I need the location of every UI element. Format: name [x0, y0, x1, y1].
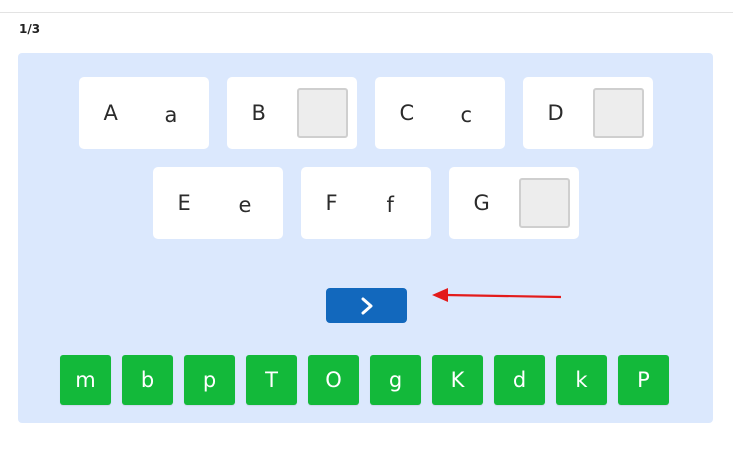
lowercase-letter: a: [164, 103, 178, 127]
letter-tile[interactable]: d: [494, 355, 545, 405]
letter-tile[interactable]: g: [370, 355, 421, 405]
uppercase-letter: C: [399, 101, 415, 125]
red-annotation-arrow: [432, 288, 562, 302]
uppercase-letter: F: [325, 191, 338, 215]
uppercase-letter: D: [547, 101, 564, 125]
letter-tile[interactable]: T: [246, 355, 297, 405]
letter-tile[interactable]: p: [184, 355, 235, 405]
exercise-board: A a B C c D E e F f G m b p T O g K d k …: [18, 53, 713, 423]
uppercase-letter: B: [251, 101, 266, 125]
empty-drop-slot[interactable]: [592, 88, 644, 138]
letter-tile[interactable]: b: [122, 355, 173, 405]
top-divider: [0, 12, 733, 13]
pair-card-b: B: [226, 77, 357, 149]
question-counter: 1/3: [19, 22, 41, 36]
pair-card-g: G: [448, 167, 579, 239]
letter-tile[interactable]: P: [618, 355, 669, 405]
letter-tile[interactable]: k: [556, 355, 607, 405]
next-button[interactable]: [326, 288, 407, 323]
pair-card-e: E e: [152, 167, 283, 239]
pair-card-f: F f: [300, 167, 431, 239]
pair-card-a: A a: [78, 77, 209, 149]
letter-tile[interactable]: O: [308, 355, 359, 405]
pair-card-d: D: [522, 77, 653, 149]
lowercase-letter: e: [238, 193, 252, 217]
uppercase-letter: A: [103, 101, 118, 125]
pair-row-2: E e F f G: [18, 167, 713, 239]
pair-card-c: C c: [374, 77, 505, 149]
uppercase-letter: G: [473, 191, 490, 215]
pair-row-1: A a B C c D: [18, 77, 713, 149]
letter-tile[interactable]: K: [432, 355, 483, 405]
empty-drop-slot[interactable]: [518, 178, 570, 228]
empty-drop-slot[interactable]: [296, 88, 348, 138]
uppercase-letter: E: [177, 191, 191, 215]
letter-tile[interactable]: m: [60, 355, 111, 405]
lowercase-letter: f: [386, 193, 394, 217]
letter-tile-bank: m b p T O g K d k P: [60, 355, 669, 405]
lowercase-letter: c: [460, 103, 473, 127]
chevron-right-icon: [361, 297, 372, 314]
